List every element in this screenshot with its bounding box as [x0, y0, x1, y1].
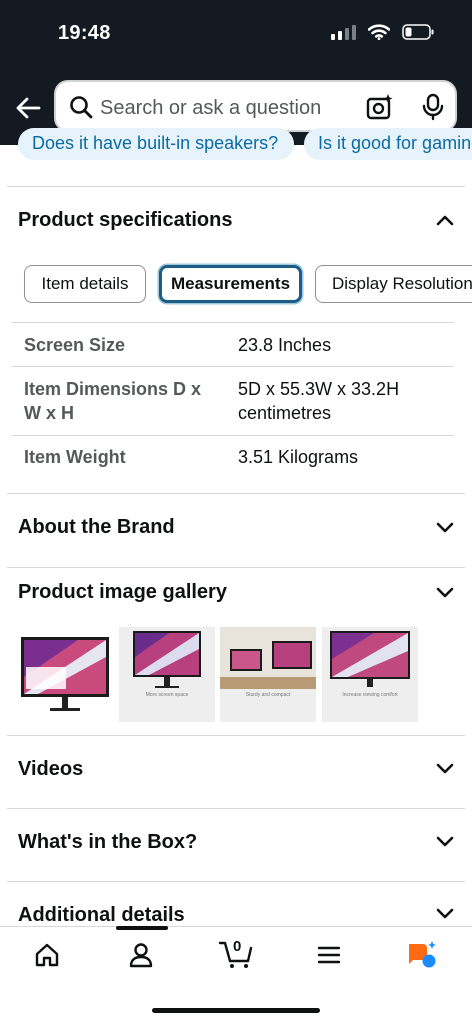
- visual-search-camera-icon[interactable]: [366, 93, 394, 121]
- spec-row-divider: [12, 366, 454, 367]
- chevron-down-icon[interactable]: [436, 908, 454, 920]
- rufus-icon[interactable]: [405, 940, 439, 970]
- spec-row-divider: [12, 435, 454, 436]
- top-header: 19:48 Search or ask a question: [0, 0, 472, 145]
- section-divider: [7, 808, 465, 809]
- wifi-icon: [368, 24, 390, 40]
- account-icon[interactable]: [128, 942, 154, 968]
- search-placeholder: Search or ask a question: [100, 97, 322, 119]
- search-icon: [70, 96, 93, 119]
- home-indicator: [152, 1008, 320, 1013]
- chevron-down-icon[interactable]: [436, 836, 454, 848]
- image-gallery-title[interactable]: Product image gallery: [18, 581, 227, 604]
- about-brand-title[interactable]: About the Brand: [18, 516, 175, 539]
- spec-value: 5D x 55.3W x 33.2H centimetres: [238, 379, 400, 423]
- battery-icon: [402, 24, 434, 40]
- section-divider: [7, 567, 465, 568]
- in-the-box-title[interactable]: What's in the Box?: [18, 831, 197, 854]
- product-specifications-title[interactable]: Product specifications: [18, 209, 233, 232]
- search-input[interactable]: Search or ask a question: [54, 80, 457, 132]
- chevron-down-icon[interactable]: [436, 763, 454, 775]
- back-arrow-icon[interactable]: [14, 94, 42, 122]
- tab-measurements[interactable]: Measurements: [159, 265, 302, 303]
- section-divider: [7, 881, 465, 882]
- menu-icon[interactable]: [316, 942, 342, 968]
- gallery-thumbnail[interactable]: Increase viewing comfort: [322, 627, 418, 722]
- spec-label: Item Dimensions D x W x H: [24, 379, 202, 423]
- tab-item-details[interactable]: Item details: [24, 265, 146, 303]
- section-divider: [7, 735, 465, 736]
- spec-label: Item Weight: [24, 447, 126, 467]
- spec-row-divider: [12, 322, 454, 323]
- section-divider: [7, 493, 465, 494]
- additional-details-title[interactable]: Additional details: [18, 904, 185, 927]
- tab-display-resolution-label: Display Resolution: [332, 274, 472, 293]
- gallery-thumbnail[interactable]: [18, 627, 112, 722]
- monitor-image: [220, 627, 316, 689]
- thumbnail-caption: Increase viewing comfort: [342, 692, 398, 698]
- monitor-image: [133, 631, 201, 688]
- cart-button[interactable]: 0: [218, 937, 254, 969]
- thumbnail-caption: Sturdy and compact: [245, 692, 291, 698]
- status-icons: [331, 24, 434, 40]
- chevron-down-icon[interactable]: [436, 522, 454, 534]
- videos-title[interactable]: Videos: [18, 758, 83, 781]
- monitor-image: [330, 631, 410, 687]
- gallery-thumbnail[interactable]: Sturdy and compact: [220, 627, 316, 722]
- microphone-icon[interactable]: [421, 93, 445, 121]
- question-chip[interactable]: Does it have built-in speakers?: [18, 128, 294, 160]
- suggested-questions-row: Does it have built-in speakers? Is it go…: [0, 128, 472, 162]
- status-time: 19:48: [58, 22, 111, 44]
- spec-value: 3.51 Kilograms: [238, 447, 359, 467]
- thumbnail-caption: More screen space: [145, 692, 189, 698]
- spec-value: 23.8 Inches: [238, 335, 332, 355]
- question-chip[interactable]: Is it good for gaming?: [304, 128, 472, 160]
- spec-label: Screen Size: [24, 335, 126, 355]
- home-icon[interactable]: [34, 942, 60, 968]
- monitor-image: [21, 637, 109, 711]
- chevron-up-icon[interactable]: [436, 214, 454, 226]
- active-tab-indicator: [116, 926, 168, 930]
- section-divider: [7, 186, 465, 187]
- cart-count: 0: [233, 938, 242, 955]
- tab-display-resolution[interactable]: Display Resolution: [315, 265, 472, 303]
- cellular-signal-icon: [331, 24, 356, 40]
- gallery-thumbnail[interactable]: More screen space: [119, 627, 215, 722]
- chevron-down-icon[interactable]: [436, 587, 454, 599]
